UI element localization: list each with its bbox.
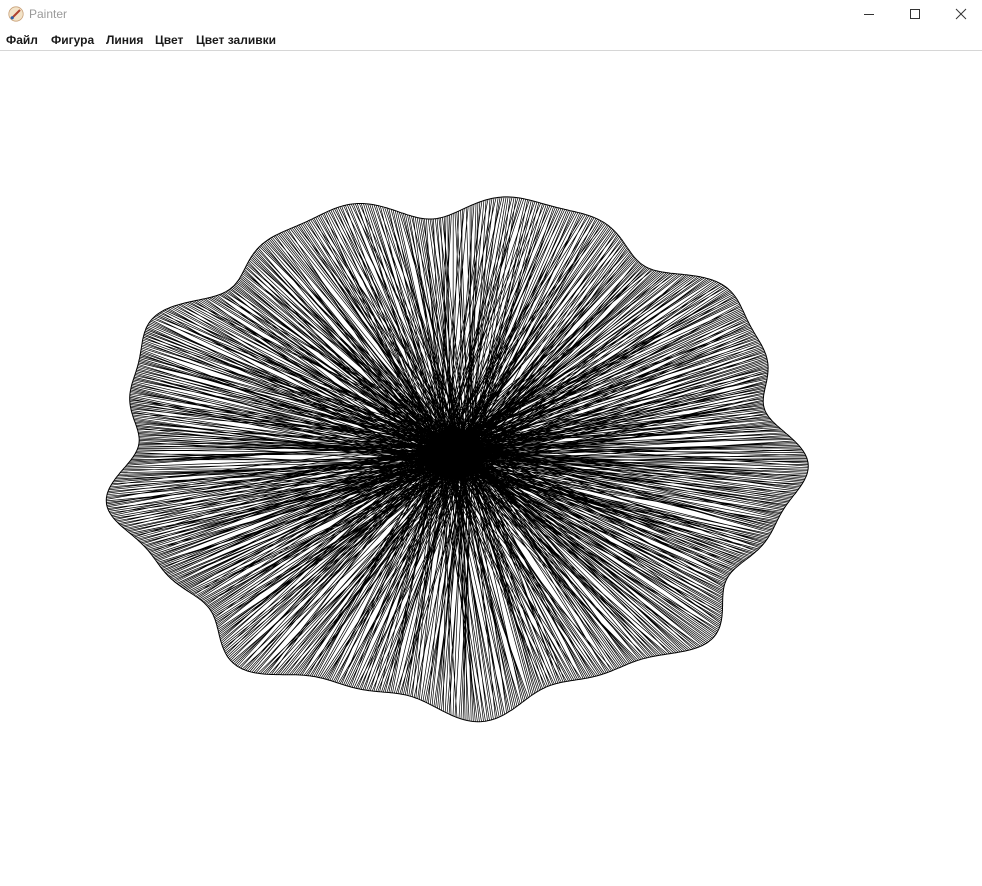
menu-bar: Файл Фигура Линия Цвет Цвет заливки xyxy=(0,28,982,51)
radial-line-drawing xyxy=(105,196,809,723)
close-icon xyxy=(955,8,967,20)
minimize-button[interactable] xyxy=(846,0,892,28)
close-button[interactable] xyxy=(938,0,982,28)
menu-fill-color[interactable]: Цвет заливки xyxy=(196,32,276,48)
menu-line[interactable]: Линия xyxy=(106,32,143,48)
title-bar[interactable]: Painter xyxy=(0,0,982,28)
paint-brush-icon xyxy=(8,6,24,22)
minimize-icon xyxy=(864,14,874,15)
menu-shape[interactable]: Фигура xyxy=(51,32,94,48)
drawing-canvas[interactable] xyxy=(0,52,982,886)
painter-window: Painter Файл Фигура Линия Цвет Цвет зали… xyxy=(0,0,982,886)
window-title: Painter xyxy=(29,7,68,21)
maximize-icon xyxy=(910,9,920,19)
menu-color[interactable]: Цвет xyxy=(155,32,183,48)
maximize-button[interactable] xyxy=(892,0,938,28)
menu-file[interactable]: Файл xyxy=(6,32,38,48)
dense-center xyxy=(425,428,485,480)
